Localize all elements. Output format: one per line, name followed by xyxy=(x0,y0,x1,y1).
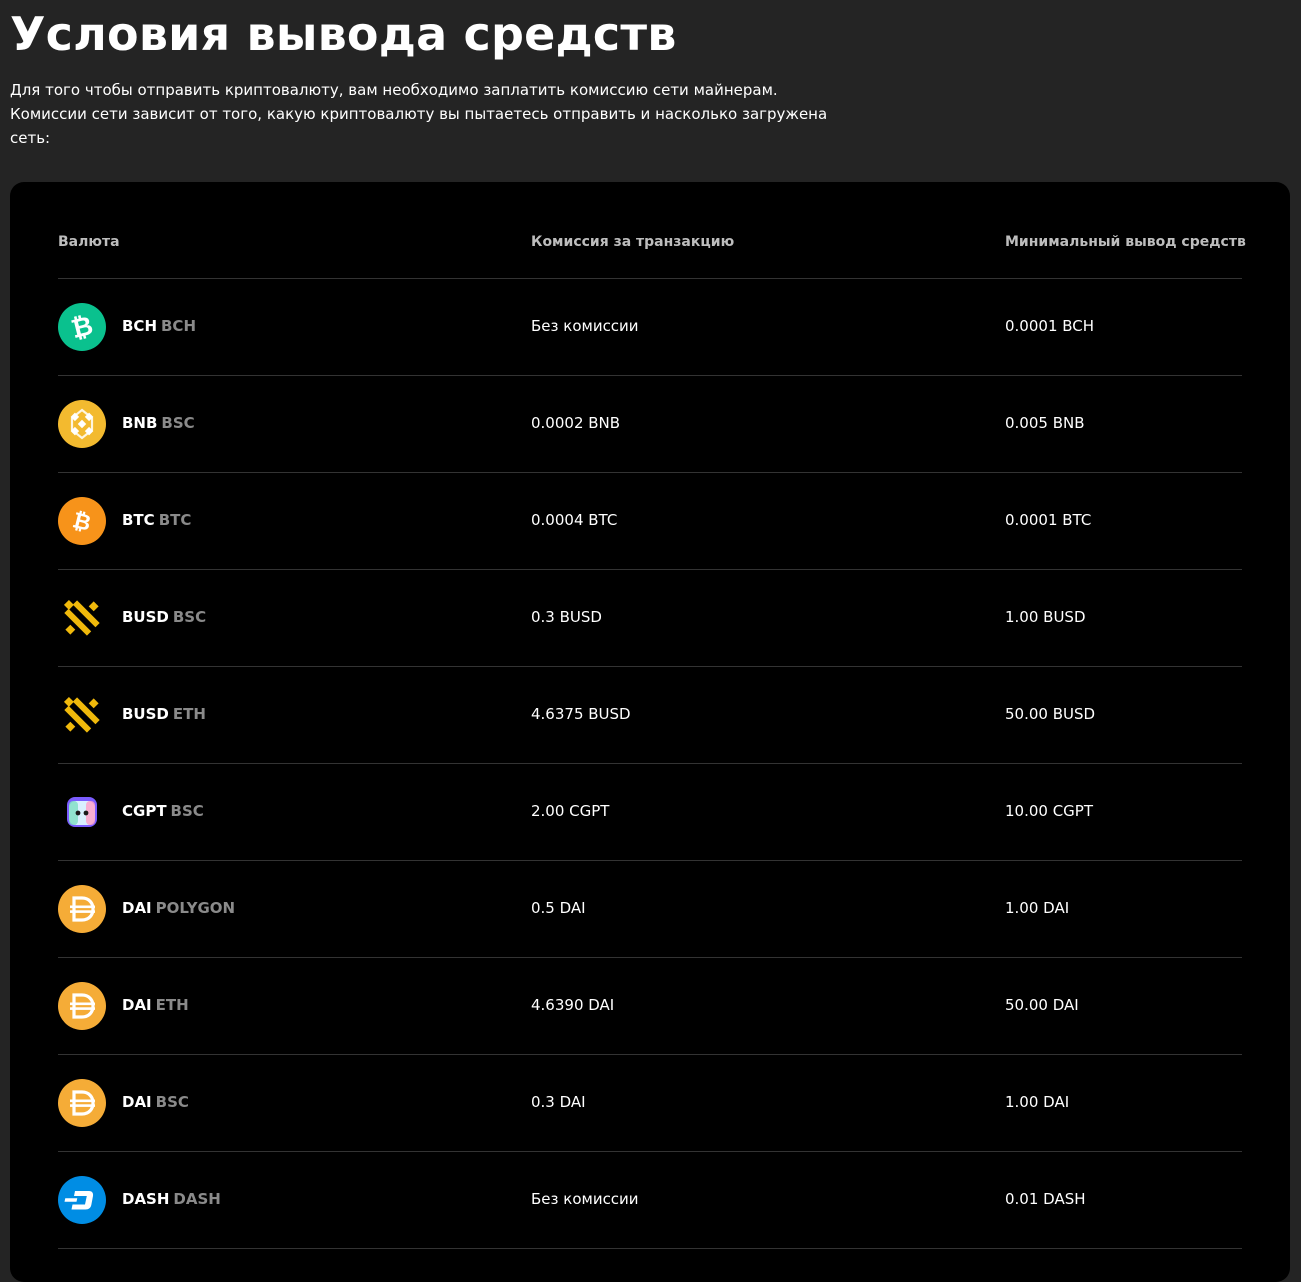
currency-network: BSC xyxy=(170,802,204,820)
fee-value: 2.00 CGPT xyxy=(531,802,610,820)
currency-name: DAI POLYGON xyxy=(122,899,235,917)
currency-network: BTC xyxy=(158,511,192,529)
fee-value: 0.3 DAI xyxy=(531,1093,586,1111)
table-row: ₿ BTC BTC 0.0004 BTC 0.0001 BTC xyxy=(58,473,1242,570)
table-body: ₿ BCH BCH Без комиссии 0.0001 BCH BNB BSC 0.000… xyxy=(58,279,1242,1249)
currency-network: BCH xyxy=(161,317,196,335)
dash-icon xyxy=(58,1176,106,1224)
currency-name: DAI ETH xyxy=(122,996,189,1014)
fee-value: 0.3 BUSD xyxy=(531,608,602,626)
currency-name: DASH DASH xyxy=(122,1190,221,1208)
table-row: DAI BSC 0.3 DAI 1.00 DAI xyxy=(58,1055,1242,1152)
table-row: ₿ BCH BCH Без комиссии 0.0001 BCH xyxy=(58,279,1242,376)
currency-symbol: BCH xyxy=(122,317,157,335)
currency-symbol: DAI xyxy=(122,1093,152,1111)
min-withdrawal-value: 0.0001 BTC xyxy=(1005,511,1092,529)
withdrawal-table: Валюта Комиссия за транзакцию Минимальны… xyxy=(58,182,1246,1249)
currency-symbol: BTC xyxy=(122,511,155,529)
dai-icon xyxy=(58,982,106,1030)
min-withdrawal-value: 50.00 DAI xyxy=(1005,996,1079,1014)
table-row: BUSD BSC 0.3 BUSD 1.00 BUSD xyxy=(58,570,1242,667)
fee-value: 4.6375 BUSD xyxy=(531,705,631,723)
currency-network: BSC xyxy=(172,608,207,626)
currency-name: CGPT BSC xyxy=(122,802,204,820)
currency-name: BNB BSC xyxy=(122,414,195,432)
busd-icon xyxy=(58,691,106,739)
dai-icon xyxy=(58,1079,106,1127)
bitcoin-icon: ₿ xyxy=(58,497,106,545)
table-row: CGPT BSC 2.00 CGPT 10.00 CGPT xyxy=(58,764,1242,861)
currency-name: BUSD BSC xyxy=(122,608,206,626)
currency-name: BCH BCH xyxy=(122,317,196,335)
min-withdrawal-value: 0.0001 BCH xyxy=(1005,317,1095,335)
currency-symbol: CGPT xyxy=(122,802,167,820)
min-withdrawal-value: 0.01 DASH xyxy=(1005,1190,1086,1208)
fee-value: 0.0004 BTC xyxy=(531,511,618,529)
min-withdrawal-value: 50.00 BUSD xyxy=(1005,705,1096,723)
table-row: BUSD ETH 4.6375 BUSD 50.00 BUSD xyxy=(58,667,1242,764)
currency-symbol: DASH xyxy=(122,1190,170,1208)
header-fee: Комиссия за транзакцию xyxy=(531,234,735,250)
currency-network: ETH xyxy=(172,705,206,723)
withdrawal-table-panel: Валюта Комиссия за транзакцию Минимальны… xyxy=(10,182,1290,1282)
min-withdrawal-value: 10.00 CGPT xyxy=(1005,802,1094,820)
fee-value: 0.0002 BNB xyxy=(531,414,621,432)
header-currency: Валюта xyxy=(58,234,120,250)
cgpt-icon xyxy=(58,788,106,836)
currency-name: BTC BTC xyxy=(122,511,191,529)
min-withdrawal-value: 1.00 DAI xyxy=(1005,899,1070,917)
currency-network: BSC xyxy=(161,414,195,432)
currency-symbol: BUSD xyxy=(122,705,169,723)
currency-network: BSC xyxy=(155,1093,189,1111)
currency-name: BUSD ETH xyxy=(122,705,206,723)
min-withdrawal-value: 1.00 BUSD xyxy=(1005,608,1086,626)
fee-value: Без комиссии xyxy=(531,1190,639,1208)
busd-icon xyxy=(58,594,106,642)
table-row: BNB BSC 0.0002 BNB 0.005 BNB xyxy=(58,376,1242,473)
bnb-icon xyxy=(58,400,106,448)
currency-network: ETH xyxy=(155,996,189,1014)
intro-text: Для того чтобы отправить криптовалюту, в… xyxy=(10,81,828,147)
table-row: DAI ETH 4.6390 DAI 50.00 DAI xyxy=(58,958,1242,1055)
fee-value: Без комиссии xyxy=(531,317,639,335)
currency-symbol: BNB xyxy=(122,414,158,432)
table-header: Валюта Комиссия за транзакцию Минимальны… xyxy=(58,182,1246,279)
table-row: DASH DASH Без комиссии 0.01 DASH xyxy=(58,1152,1242,1249)
fee-value: 4.6390 DAI xyxy=(531,996,615,1014)
page-title: Условия вывода средств xyxy=(10,7,677,61)
dai-icon xyxy=(58,885,106,933)
currency-symbol: DAI xyxy=(122,996,152,1014)
table-row: DAI POLYGON 0.5 DAI 1.00 DAI xyxy=(58,861,1242,958)
currency-symbol: DAI xyxy=(122,899,152,917)
currency-symbol: BUSD xyxy=(122,608,169,626)
header-min-withdrawal: Минимальный вывод средств xyxy=(1005,234,1246,250)
currency-name: DAI BSC xyxy=(122,1093,189,1111)
bitcoin-cash-icon: ₿ xyxy=(58,303,106,351)
min-withdrawal-value: 0.005 BNB xyxy=(1005,414,1085,432)
currency-network: POLYGON xyxy=(155,899,236,917)
fee-value: 0.5 DAI xyxy=(531,899,586,917)
currency-network: DASH xyxy=(173,1190,221,1208)
min-withdrawal-value: 1.00 DAI xyxy=(1005,1093,1070,1111)
